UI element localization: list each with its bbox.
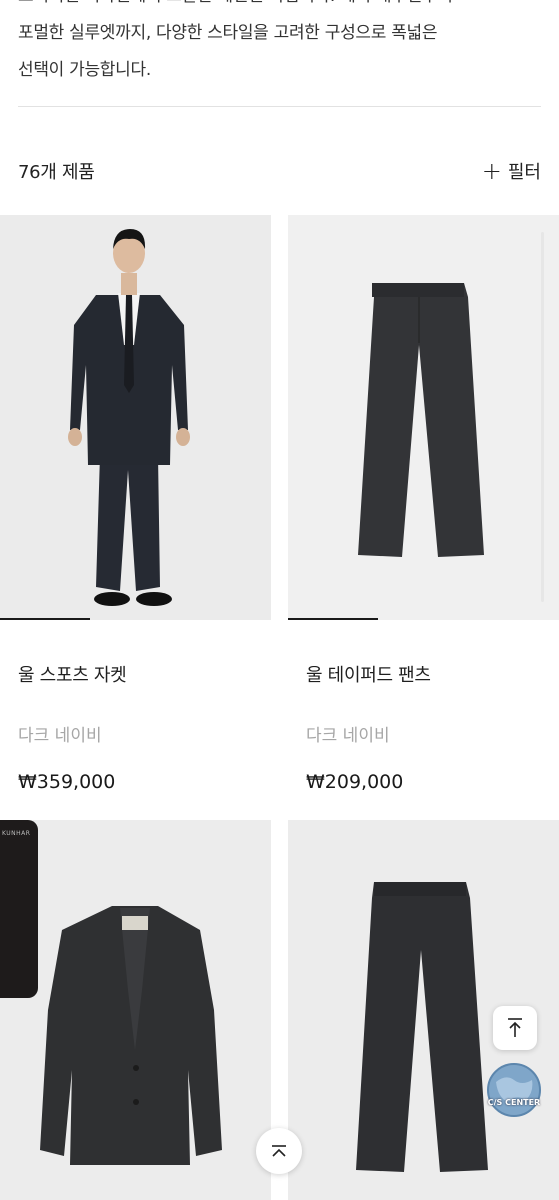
promo-badge-card[interactable]: KUNHAR xyxy=(0,820,38,998)
model-photo-illustration xyxy=(0,215,271,620)
image-slide-progress xyxy=(288,618,378,620)
globe-icon xyxy=(487,1063,541,1117)
category-description: 오리지널 디자인에서 고찰한 세련된 룩입니다. 세미 캐주얼부터 포멀한 실루… xyxy=(18,0,541,89)
description-line-3: 선택이 가능합니다. xyxy=(18,60,151,80)
section-divider xyxy=(18,106,541,107)
product-list-header: 76개 제품 + 필터 xyxy=(18,156,541,186)
product-color: 다크 네이비 xyxy=(18,726,102,746)
description-line-2: 포멀한 실루엣까지, 다양한 스타일을 고려한 구성으로 폭넓은 xyxy=(18,23,438,43)
product-image-blazer[interactable] xyxy=(0,820,271,1200)
product-color: 다크 네이비 xyxy=(306,726,390,746)
cs-center-label: C/S CENTER xyxy=(487,1098,541,1107)
filter-label: 필터 xyxy=(507,162,541,183)
product-count: 76개 제품 xyxy=(18,162,95,183)
product-card[interactable]: 울 스포츠 자켓 다크 네이비 ₩359,000 xyxy=(0,215,271,793)
blazer-photo-illustration xyxy=(0,820,271,1200)
description-line-1: 오리지널 디자인에서 고찰한 세련된 룩입니다. 세미 캐주얼부터 xyxy=(18,0,541,15)
product-card[interactable]: 울 테이퍼드 팬츠 다크 네이비 ₩209,000 xyxy=(288,215,559,793)
product-name[interactable]: 울 테이퍼드 팬츠 xyxy=(306,661,431,687)
image-scroll-track xyxy=(541,232,544,602)
plus-icon: + xyxy=(481,157,502,185)
product-name[interactable]: 울 스포츠 자켓 xyxy=(18,661,127,687)
badge-text: KUNHAR xyxy=(2,830,31,837)
filter-button[interactable]: + 필터 xyxy=(482,158,541,184)
product-price: ₩209,000 xyxy=(306,771,404,793)
cs-center-button[interactable]: C/S CENTER xyxy=(486,1060,542,1120)
image-slide-progress xyxy=(0,618,90,620)
product-image-trousers[interactable] xyxy=(288,215,559,620)
product-card[interactable] xyxy=(0,820,271,1200)
arrow-up-to-line-icon xyxy=(508,1018,522,1037)
chevron-up-icon xyxy=(272,1145,286,1157)
scroll-up-button[interactable] xyxy=(256,1128,302,1174)
product-price: ₩359,000 xyxy=(18,771,116,793)
scroll-to-top-button[interactable] xyxy=(493,1006,537,1050)
product-image-model-suit[interactable] xyxy=(0,215,271,620)
trousers-photo-illustration xyxy=(288,215,559,620)
